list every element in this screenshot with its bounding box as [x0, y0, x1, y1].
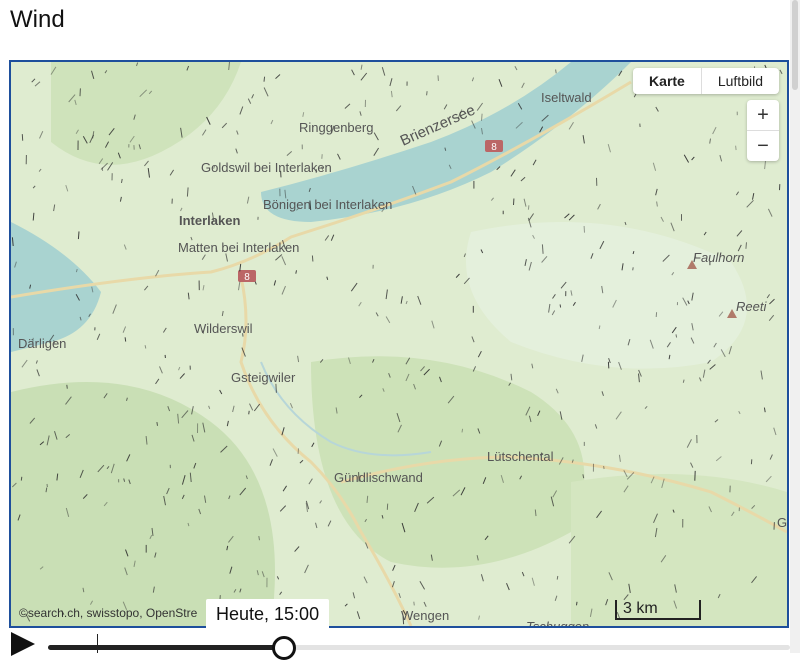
wind-arrow	[249, 411, 250, 415]
page-scrollbar[interactable]	[790, 0, 800, 653]
place-label: Interlaken	[179, 213, 240, 228]
place-label: Bönigen bei Interlaken	[263, 197, 392, 212]
wind-arrow	[462, 429, 463, 433]
wind-arrow	[78, 231, 79, 239]
timeline-handle[interactable]	[272, 636, 296, 660]
map-view-toggle[interactable]: Karte Luftbild	[633, 68, 779, 94]
wind-map[interactable]: Brienzersee 8 8 IseltwaldRinggenbergGold…	[9, 60, 789, 628]
place-label: Lütschental	[487, 449, 554, 464]
timeline-day-tick	[97, 634, 98, 653]
wind-arrow	[67, 385, 68, 389]
wind-arrow	[482, 114, 483, 121]
svg-text:8: 8	[491, 142, 497, 153]
place-label: Gündlischwand	[334, 470, 423, 485]
road-badge: 8	[238, 270, 256, 283]
wind-arrow	[676, 334, 677, 337]
timeline-progress	[48, 645, 278, 650]
wind-arrow	[122, 179, 123, 183]
wind-arrow	[414, 602, 415, 606]
wind-arrow	[276, 384, 277, 393]
place-label: Gsteigwiler	[231, 370, 296, 385]
place-label: Faulhorn	[693, 250, 744, 265]
wind-arrow	[33, 213, 34, 221]
zoom-controls[interactable]: + −	[747, 100, 779, 161]
wind-arrow	[367, 496, 368, 503]
wind-arrow	[557, 576, 558, 580]
place-label: Därligen	[18, 336, 66, 351]
road-badge: 8	[485, 140, 503, 153]
map-attribution[interactable]: ©search.ch, swisstopo, OpenStre	[19, 606, 197, 620]
wind-arrow	[746, 242, 747, 249]
wind-arrow	[157, 422, 158, 426]
timeline-slider[interactable]	[48, 645, 790, 650]
place-label: Iseltwald	[541, 90, 592, 105]
place-label: Goldswil bei Interlaken	[201, 160, 332, 175]
place-label: G	[777, 515, 787, 530]
wind-arrow	[259, 536, 260, 540]
place-label: Reeti	[736, 299, 767, 314]
place-label: Wengen	[401, 608, 449, 623]
wind-arrow	[528, 205, 529, 209]
wind-arrow	[296, 270, 297, 273]
wind-arrow	[604, 466, 605, 469]
wind-arrow	[21, 477, 22, 481]
wind-arrow	[633, 267, 634, 270]
wind-arrow	[556, 70, 557, 74]
page-title: Wind	[10, 6, 65, 34]
wind-arrow	[560, 304, 561, 307]
karte-button[interactable]: Karte	[633, 68, 702, 94]
wind-arrow	[535, 510, 536, 517]
place-label: Wilderswil	[194, 321, 253, 336]
luftbild-button[interactable]: Luftbild	[702, 68, 779, 94]
map-scale: 3 km	[615, 600, 701, 620]
wind-arrow	[264, 77, 265, 82]
place-label: Tschuggen	[526, 619, 589, 626]
wind-arrow	[312, 256, 313, 262]
wind-arrow	[187, 187, 188, 196]
place-label: Matten bei Interlaken	[178, 240, 299, 255]
wind-arrow	[736, 146, 737, 150]
time-label: Heute, 15:00	[206, 599, 329, 630]
wind-arrow	[145, 345, 146, 348]
zoom-in-button[interactable]: +	[747, 100, 779, 131]
wind-arrow	[542, 244, 543, 253]
wind-arrow	[427, 91, 428, 95]
map-canvas[interactable]: Brienzersee 8 8 IseltwaldRinggenbergGold…	[11, 62, 787, 626]
play-button[interactable]	[11, 632, 35, 656]
wind-arrow	[125, 337, 126, 341]
zoom-out-button[interactable]: −	[747, 131, 779, 161]
wind-arrow	[577, 602, 578, 606]
place-label: Ringgenberg	[299, 120, 373, 135]
svg-text:8: 8	[244, 272, 250, 283]
wind-arrow	[599, 326, 600, 330]
scrollbar-thumb[interactable]	[792, 0, 798, 90]
